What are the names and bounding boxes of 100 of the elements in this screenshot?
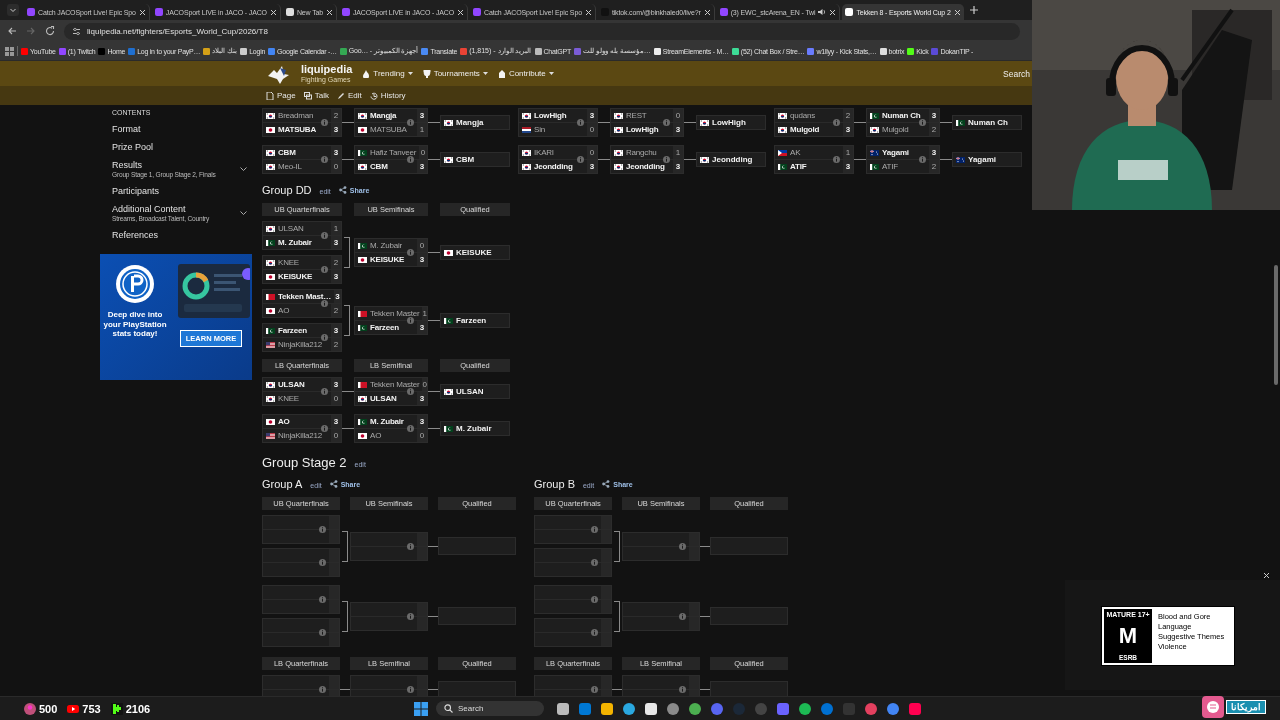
- info-icon[interactable]: [919, 156, 926, 163]
- forward-icon[interactable]: [26, 26, 36, 36]
- info-icon[interactable]: [321, 388, 328, 395]
- nav-menu[interactable]: Tournaments: [422, 69, 488, 78]
- info-icon[interactable]: [591, 686, 598, 693]
- avatar-icon: [24, 702, 36, 715]
- info-icon[interactable]: [577, 119, 584, 126]
- close-icon[interactable]: [138, 8, 146, 16]
- tab-search-icon[interactable]: [7, 4, 19, 16]
- page-action[interactable]: History: [369, 91, 406, 100]
- sidebar-item[interactable]: Additional Content: [112, 204, 210, 214]
- site-info-icon[interactable]: [72, 26, 81, 36]
- site-name[interactable]: liquipedia: [301, 64, 353, 76]
- info-icon[interactable]: [591, 526, 598, 533]
- info-icon[interactable]: [407, 317, 414, 324]
- info-icon[interactable]: [833, 156, 840, 163]
- flag-icon: [266, 341, 275, 348]
- info-icon[interactable]: [577, 156, 584, 163]
- info-icon[interactable]: [407, 425, 414, 432]
- sidebar-item[interactable]: Results: [112, 160, 216, 170]
- info-icon[interactable]: [679, 686, 686, 693]
- app-icon[interactable]: [688, 701, 702, 716]
- close-icon[interactable]: [953, 8, 961, 16]
- info-icon[interactable]: [321, 425, 328, 432]
- player-name: Mulgold: [882, 125, 910, 134]
- new-tab-icon[interactable]: [968, 5, 979, 15]
- info-icon[interactable]: [407, 612, 414, 620]
- close-icon[interactable]: [703, 8, 711, 16]
- flag-icon: [266, 381, 275, 388]
- flag-icon: [358, 418, 367, 425]
- info-icon[interactable]: [319, 526, 326, 533]
- info-icon[interactable]: [319, 559, 326, 566]
- start-icon[interactable]: [414, 701, 428, 716]
- player-name: KNEE: [278, 394, 300, 403]
- close-icon[interactable]: [829, 8, 837, 16]
- info-icon[interactable]: [319, 596, 326, 603]
- app-icon[interactable]: [556, 701, 570, 716]
- close-icon[interactable]: [1263, 572, 1270, 579]
- chevron-icon[interactable]: [240, 210, 247, 216]
- info-icon[interactable]: [321, 300, 328, 307]
- app-icon[interactable]: [622, 701, 636, 716]
- search-link[interactable]: Search: [1003, 68, 1030, 79]
- player-score: 1: [417, 123, 427, 136]
- close-icon[interactable]: [457, 8, 465, 16]
- player-name: M. Zubair: [370, 417, 405, 426]
- flag-icon: [444, 388, 453, 395]
- info-icon[interactable]: [321, 232, 328, 239]
- info-icon[interactable]: [321, 119, 328, 126]
- reload-icon[interactable]: [45, 26, 55, 36]
- flag-icon: [522, 149, 531, 156]
- app-icon[interactable]: [644, 701, 658, 716]
- close-icon[interactable]: [584, 8, 592, 16]
- scrollbar-thumb[interactable]: [1274, 265, 1278, 385]
- info-icon[interactable]: [321, 334, 328, 341]
- sidebar-item[interactable]: Prize Pool: [112, 142, 154, 152]
- player-score: 2: [331, 256, 341, 269]
- close-icon[interactable]: [325, 8, 333, 16]
- info-icon[interactable]: [407, 119, 414, 126]
- page-action[interactable]: Page: [266, 91, 296, 100]
- info-icon[interactable]: [679, 612, 686, 620]
- address-field[interactable]: liquipedia.net/fighters/Esports_World_Cup/2026/T8: [64, 22, 1020, 40]
- apps-icon[interactable]: [5, 46, 14, 56]
- info-icon[interactable]: [407, 388, 414, 395]
- flag-icon: [358, 310, 367, 317]
- info-icon[interactable]: [319, 629, 326, 636]
- info-icon[interactable]: [407, 686, 414, 693]
- search-field[interactable]: Search: [436, 701, 544, 716]
- info-icon[interactable]: [407, 249, 414, 256]
- player-name: CBM: [370, 162, 389, 171]
- info-icon[interactable]: [591, 596, 598, 603]
- page-action[interactable]: Talk: [303, 91, 329, 100]
- sidebar-item[interactable]: Participants: [112, 186, 160, 196]
- info-icon[interactable]: [321, 266, 328, 273]
- info-icon[interactable]: [663, 156, 670, 163]
- close-icon[interactable]: [269, 8, 277, 16]
- info-icon[interactable]: [919, 119, 926, 126]
- ad-logo-icon: [115, 264, 155, 304]
- info-icon[interactable]: [407, 542, 414, 550]
- chevron-icon[interactable]: [240, 166, 247, 172]
- info-icon[interactable]: [321, 156, 328, 163]
- app-icon[interactable]: [798, 701, 812, 716]
- connector-line: [344, 236, 350, 269]
- player-score: 3: [417, 253, 427, 266]
- player-score: 2: [929, 160, 939, 173]
- info-icon[interactable]: [407, 156, 414, 163]
- page-action[interactable]: Edit: [336, 91, 362, 100]
- info-icon[interactable]: [591, 629, 598, 636]
- info-icon[interactable]: [679, 542, 686, 550]
- sidebar-item[interactable]: References: [112, 230, 159, 240]
- player-score: 3: [331, 123, 341, 136]
- nav-menu[interactable]: Trending: [362, 69, 413, 78]
- info-icon[interactable]: [591, 559, 598, 566]
- info-icon[interactable]: [663, 119, 670, 126]
- nav-menu[interactable]: Contribute: [497, 69, 554, 78]
- speaker-icon[interactable]: [818, 8, 827, 16]
- back-icon[interactable]: [7, 26, 17, 36]
- app-icon[interactable]: [600, 701, 614, 716]
- info-icon[interactable]: [833, 119, 840, 126]
- sidebar-item[interactable]: Format: [112, 124, 141, 134]
- info-icon[interactable]: [319, 686, 326, 693]
